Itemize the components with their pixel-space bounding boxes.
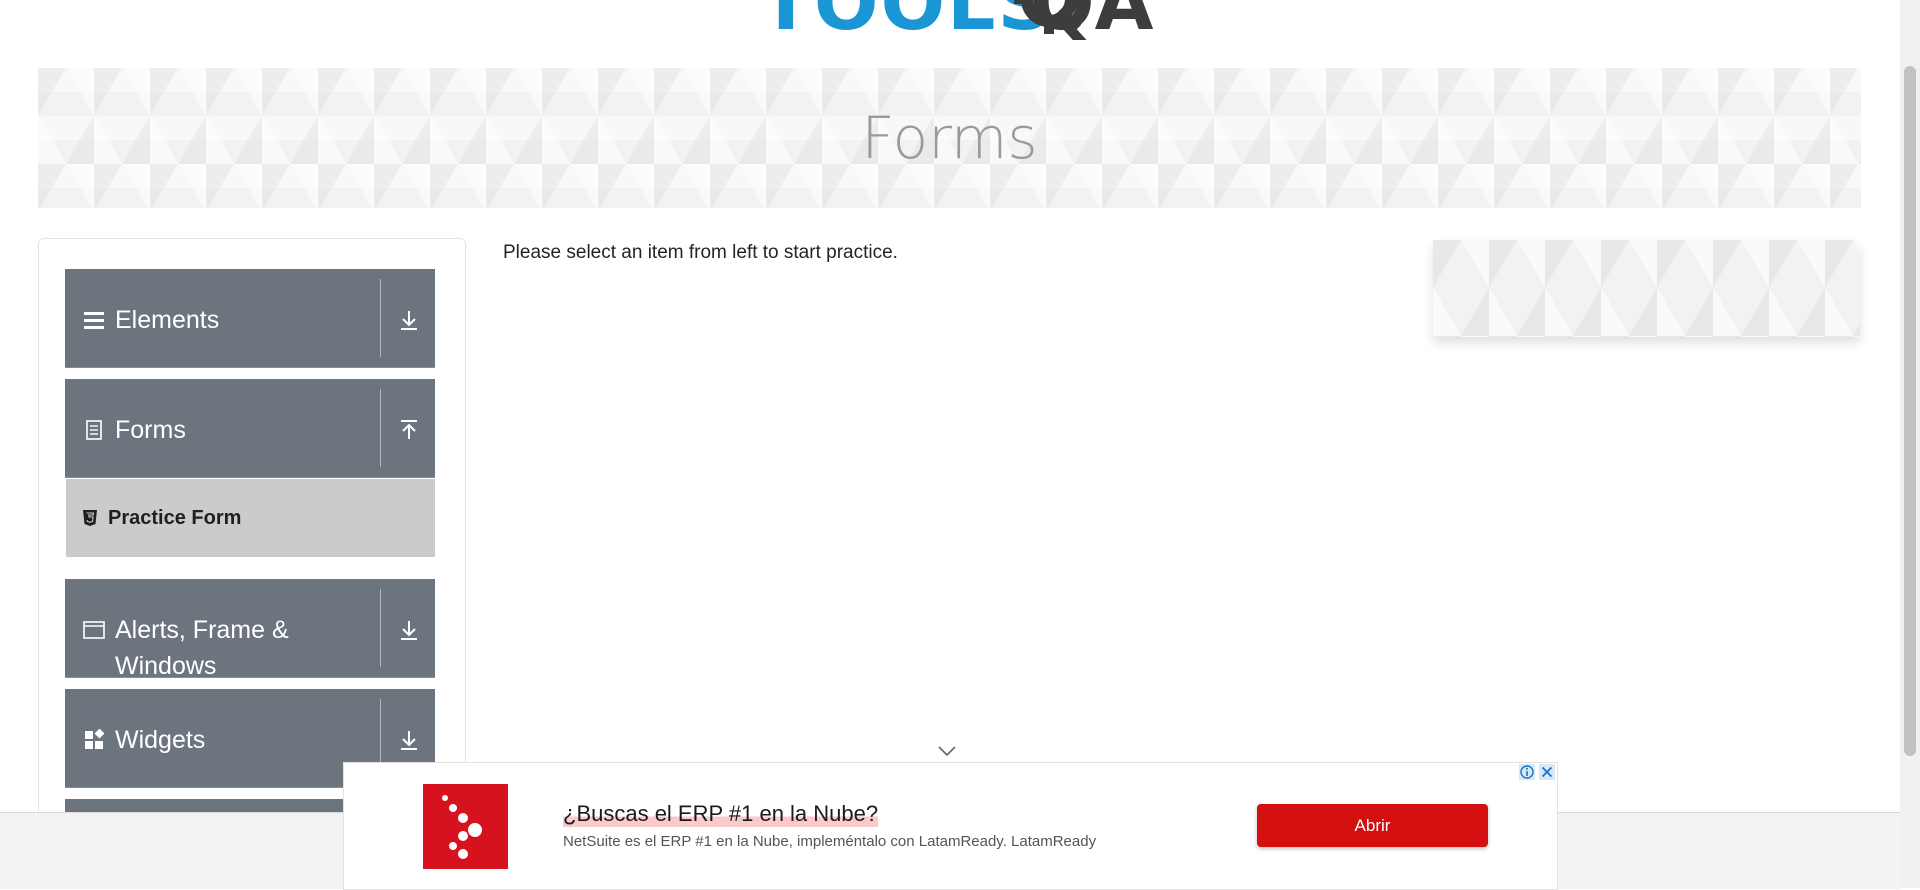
instructions-text: Please select an item from left to start…: [503, 242, 898, 263]
logo-text-tools: TOOLS: [760, 0, 1055, 47]
ad-subtext[interactable]: NetSuite es el ERP #1 en la Nube, implem…: [563, 833, 1096, 850]
ad-headline[interactable]: ¿Buscas el ERP #1 en la Nube?: [563, 801, 879, 827]
sidebar-group-forms[interactable]: Forms: [65, 379, 435, 478]
divider: [380, 589, 381, 667]
ad-brand-logo: [423, 784, 508, 869]
divider: [380, 279, 381, 357]
page-title: Forms: [861, 104, 1038, 172]
dots-logo-icon: [442, 795, 482, 859]
sidebar-group-label: Elements: [115, 306, 220, 334]
menu-icon: [84, 312, 104, 329]
widgets-icon: [85, 729, 105, 749]
download-icon[interactable]: [398, 309, 420, 331]
page-banner: Forms: [38, 68, 1861, 208]
sidebar-group-elements[interactable]: Elements: [65, 269, 435, 368]
download-icon[interactable]: [398, 619, 420, 641]
sidebar-item-practice-form[interactable]: Practice Form: [66, 479, 435, 557]
scrollbar-thumb[interactable]: [1904, 66, 1916, 756]
sidebar-group-label: Forms: [115, 416, 186, 444]
download-icon[interactable]: [398, 729, 420, 751]
chevron-down-icon[interactable]: [937, 745, 957, 757]
sidebar-group-label: Widgets: [115, 726, 206, 754]
sidebar-group-alerts[interactable]: Alerts, Frame & Windows: [65, 579, 435, 680]
upload-icon[interactable]: [398, 419, 420, 441]
page-scrollbar[interactable]: [1900, 0, 1920, 888]
close-icon[interactable]: [1539, 764, 1555, 780]
logo-text-qa: QA: [1030, 0, 1154, 47]
window-icon: [83, 621, 105, 639]
sidebar-item-label: Practice Form: [108, 507, 242, 529]
ad-open-button[interactable]: Abrir: [1257, 804, 1488, 847]
document-icon: [86, 420, 102, 440]
divider: [380, 389, 381, 467]
sidebar-group-label: Alerts, Frame & Windows: [115, 616, 289, 680]
info-icon[interactable]: [1519, 764, 1535, 780]
ad-placeholder: [1433, 240, 1860, 337]
bottom-ad-banner[interactable]: ¿Buscas el ERP #1 en la Nube? NetSuite e…: [343, 762, 1558, 890]
toolsqa-logo[interactable]: TOOLS QA: [760, 0, 1160, 58]
html5-icon: [83, 510, 97, 526]
